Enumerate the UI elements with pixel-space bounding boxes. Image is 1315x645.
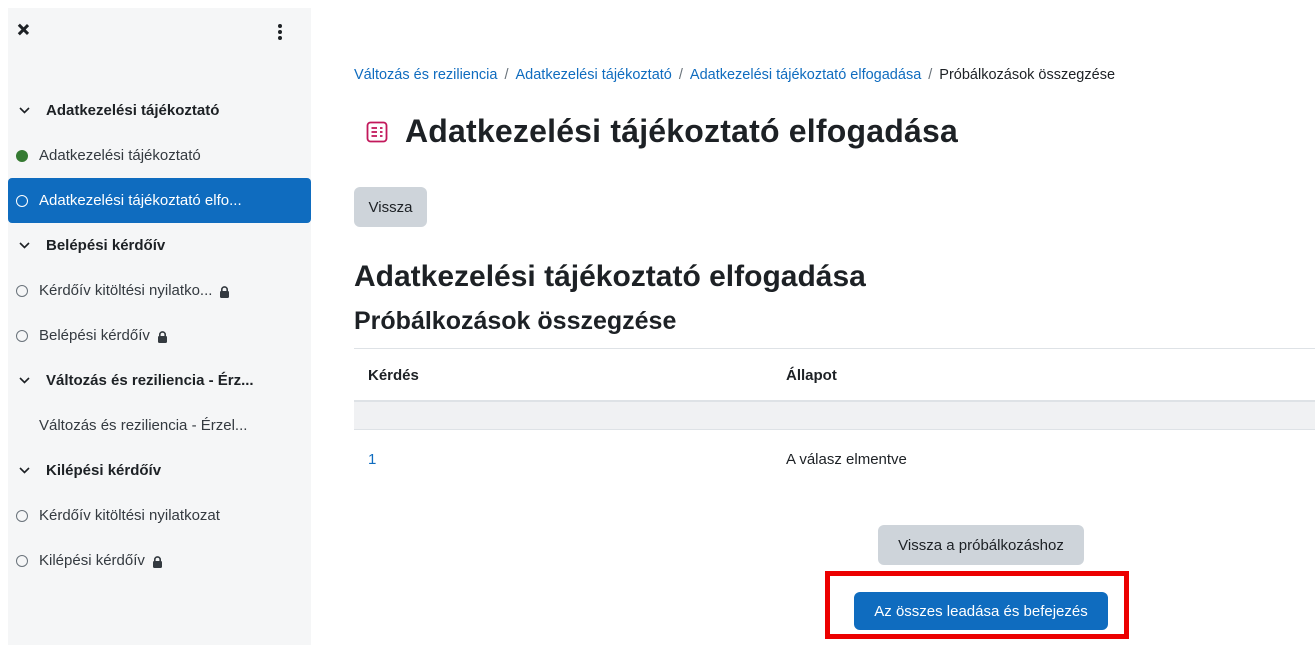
submit-all-and-finish-button[interactable]: Az összes leadása és befejezés — [854, 592, 1108, 630]
column-header-status: Állapot — [786, 367, 837, 384]
breadcrumb-separator: / — [504, 67, 509, 83]
close-icon[interactable] — [16, 23, 30, 37]
completion-pending-icon — [16, 509, 28, 522]
lock-icon — [152, 555, 163, 568]
sidebar-item-label: Adatkezelési tájékoztató — [39, 147, 201, 164]
sidebar-item-label: Változás és reziliencia - Érz... — [46, 372, 254, 389]
sidebar-item-label: Adatkezelési tájékoztató elfo... — [39, 192, 242, 209]
sidebar-section[interactable]: Adatkezelési tájékoztató — [8, 88, 311, 133]
sidebar-section[interactable]: Változás és reziliencia - Érz... — [8, 358, 311, 403]
drawer-header — [8, 8, 311, 60]
back-button[interactable]: Vissza — [354, 187, 427, 227]
sidebar-item-label: Kérdőív kitöltési nyilatkozat — [39, 507, 220, 524]
sidebar-item-label: Kérdőív kitöltési nyilatko... — [39, 282, 213, 299]
breadcrumb-link[interactable]: Adatkezelési tájékoztató — [516, 67, 672, 83]
page-header: Adatkezelési tájékoztató elfogadása — [366, 113, 958, 150]
sidebar-item-label: Belépési kérdőív — [39, 327, 150, 344]
breadcrumb-current: Próbálkozások összegzése — [939, 67, 1116, 83]
chevron-down-icon[interactable] — [16, 242, 32, 249]
completion-pending-icon — [16, 284, 28, 297]
sidebar-item[interactable]: Belépési kérdőív — [8, 313, 311, 358]
sidebar-item[interactable]: Kérdőív kitöltési nyilatkozat — [8, 493, 311, 538]
sidebar-item[interactable]: Változás és reziliencia - Érzel... — [8, 403, 311, 448]
sidebar-item-label: Belépési kérdőív — [46, 237, 166, 254]
breadcrumb-separator: / — [678, 67, 683, 83]
summary-table: Kérdés Állapot 1 A válasz elmentve — [354, 348, 1315, 490]
course-index-drawer: Adatkezelési tájékoztató Adatkezelési táj… — [8, 8, 311, 645]
sidebar-item[interactable]: Kilépési kérdőív — [8, 538, 311, 583]
quiz-heading: Adatkezelési tájékoztató elfogadása — [354, 260, 866, 293]
lock-icon — [219, 285, 230, 298]
question-status: A válasz elmentve — [786, 451, 907, 468]
more-options-icon[interactable] — [278, 24, 282, 40]
lock-icon — [157, 330, 168, 343]
question-link[interactable]: 1 — [368, 451, 376, 468]
completion-pending-icon — [16, 329, 28, 342]
return-to-attempt-button[interactable]: Vissza a próbálkozáshoz — [878, 525, 1084, 565]
column-header-question: Kérdés — [368, 367, 419, 384]
table-header: Kérdés Állapot — [354, 348, 1315, 402]
sidebar-item-label: Kilépési kérdőív — [46, 462, 162, 479]
quiz-icon — [366, 121, 388, 143]
completion-pending-icon — [16, 554, 28, 567]
chevron-down-icon[interactable] — [16, 377, 32, 384]
sidebar-item-label: Adatkezelési tájékoztató — [46, 102, 220, 119]
completion-done-icon — [16, 149, 28, 162]
summary-heading: Próbálkozások összegzése — [354, 307, 677, 335]
sidebar-item-label: Kilépési kérdőív — [39, 552, 145, 569]
sidebar-item[interactable]: Adatkezelési tájékoztató — [8, 133, 311, 178]
main-content: Változás és reziliencia / Adatkezelési táj… — [354, 0, 1315, 645]
breadcrumb-separator: / — [928, 67, 933, 83]
page-title: Adatkezelési tájékoztató elfogadása — [405, 113, 958, 149]
sidebar-item[interactable]: Adatkezelési tájékoztató elfo... — [8, 178, 311, 223]
completion-pending-icon — [16, 194, 28, 207]
sidebar-item-label: Változás és reziliencia - Érzel... — [39, 417, 248, 434]
table-row: 1 A válasz elmentve — [354, 430, 1315, 490]
chevron-down-icon[interactable] — [16, 467, 32, 474]
sidebar-item[interactable]: Kérdőív kitöltési nyilatko... — [8, 268, 311, 313]
breadcrumb-link[interactable]: Adatkezelési tájékoztató elfogadása — [690, 67, 921, 83]
breadcrumb: Változás és reziliencia / Adatkezelési táj… — [354, 67, 1115, 83]
course-index: Adatkezelési tájékoztató Adatkezelési táj… — [8, 88, 311, 583]
sidebar-section[interactable]: Belépési kérdőív — [8, 223, 311, 268]
table-section-row — [354, 402, 1315, 430]
chevron-down-icon[interactable] — [16, 107, 32, 114]
sidebar-section[interactable]: Kilépési kérdőív — [8, 448, 311, 493]
breadcrumb-link[interactable]: Változás és reziliencia — [354, 67, 497, 83]
